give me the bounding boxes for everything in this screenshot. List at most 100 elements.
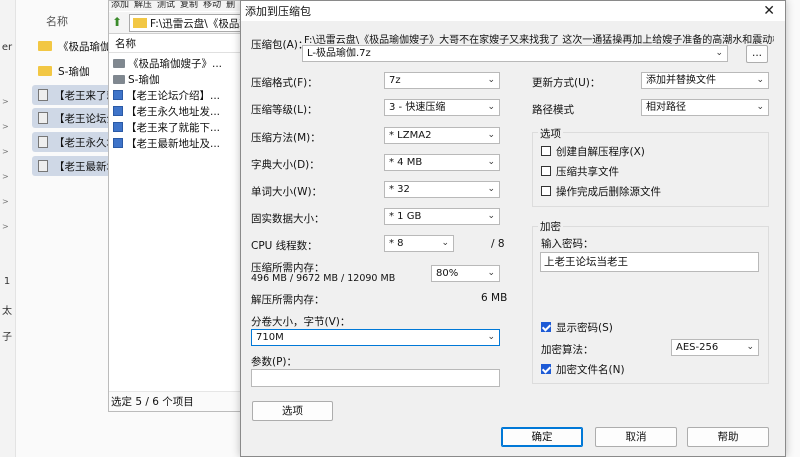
list-item[interactable]: S-瑜伽 [113,71,245,87]
word-size-select[interactable]: * 32 ⌄ [384,181,500,198]
solid-block-select[interactable]: * 1 GB ⌄ [384,208,500,225]
format-label: 压缩格式(F)： [251,77,318,89]
browse-button[interactable]: ... [746,45,768,63]
chevron-down-icon: ⌄ [756,75,764,85]
column-header-name[interactable]: 名称 [109,35,248,53]
dictionary-value: * 4 MB [389,157,423,168]
list-item[interactable]: S-瑜伽 [32,61,116,81]
level-select[interactable]: 3 - 快速压缩 ⌄ [384,99,500,116]
chevron-right-icon[interactable]: > [2,122,9,131]
dialog-titlebar: 添加到压缩包 [241,1,785,21]
folder-icon [38,66,52,76]
up-folder-icon[interactable]: ⬆ [112,15,126,29]
memory-percent-select[interactable]: 80% ⌄ [431,265,500,282]
volume-size-combo[interactable]: 710M ⌄ [251,329,500,346]
encryption-method-select[interactable]: AES-256 ⌄ [671,339,759,356]
show-password-checkbox[interactable] [541,322,551,332]
ok-button[interactable]: 确定 [501,427,583,447]
navigation-pane: er > > > > > > 1 太 子 [0,0,16,457]
path-input[interactable]: F:\迅雷云盘\《极品瑜 [129,14,247,32]
list-item[interactable]: 【老王永久地 [32,132,116,152]
archive-path: F:\迅雷云盘\《极品瑜伽嫂子》大哥不在家嫂子又来找我了 这次一通猛操再加上给嫂… [304,35,774,46]
item-label: 【老王来了就 [54,89,116,102]
method-value: * LZMA2 [389,130,432,141]
decompress-memory-value: 6 MB [481,292,508,304]
delete-button[interactable]: 删 [226,1,235,11]
close-icon[interactable]: ✕ [763,4,775,18]
list-item[interactable]: 【老王永久地址发... [113,103,245,119]
item-label: S-瑜伽 [128,73,160,86]
list-item[interactable]: 【老王来了就能下... [113,119,245,135]
list-item[interactable]: 《极品瑜伽嫂子》 [32,36,116,56]
dictionary-select[interactable]: * 4 MB ⌄ [384,154,500,171]
encryption-method-label: 加密算法： [541,344,594,356]
options-button[interactable]: 选项 [252,401,333,421]
path-mode-value: 相对路径 [646,102,686,113]
chevron-right-icon[interactable]: > [2,197,9,206]
method-select[interactable]: * LZMA2 ⌄ [384,127,500,144]
item-label: 【老王论坛介绍】... [126,89,221,102]
path-mode-select[interactable]: 相对路径 ⌄ [641,99,769,116]
dictionary-label: 字典大小(D)： [251,159,320,171]
list-item[interactable]: 【老王论坛介 [32,108,116,128]
delete-after-checkbox[interactable] [541,186,551,196]
update-mode-label: 更新方式(U)： [532,77,601,89]
list-item[interactable]: 《极品瑜伽嫂子》... [113,55,245,71]
parameters-input[interactable] [251,369,500,387]
archive-name-combo[interactable]: L-极品瑜伽.7z ⌄ [302,45,728,62]
format-value: 7z [389,75,401,86]
item-label: 《极品瑜伽嫂子》... [128,57,223,70]
compress-memory-detail: 496 MB / 9672 MB / 12090 MB [251,273,396,284]
chevron-right-icon[interactable]: > [2,97,9,106]
chevron-down-icon: ⌄ [487,211,495,221]
password-input[interactable]: 上老王论坛当老王 [540,252,759,272]
move-button[interactable]: 移动 [203,1,221,11]
encrypt-filenames-label: 加密文件名(N) [556,364,625,376]
cancel-button[interactable]: 取消 [595,427,677,447]
decompress-memory-label: 解压所需内存： [251,294,325,306]
file-icon [38,160,48,172]
cpu-threads-select[interactable]: * 8 ⌄ [384,235,454,252]
delete-after-label: 操作完成后删除源文件 [556,186,661,198]
chevron-right-icon[interactable]: > [2,172,9,181]
extract-button[interactable]: 解压 [134,1,152,11]
level-value: 3 - 快速压缩 [389,102,446,113]
volume-size-label: 分卷大小，字节(V)： [251,316,351,328]
dialog-title: 添加到压缩包 [245,5,311,18]
chevron-down-icon: ⌄ [487,184,495,194]
7zip-file-manager-window: 添加 解压 测试 复制 移动 删 ⬆ F:\迅雷云盘\《极品瑜 名称 《极品瑜伽… [108,0,248,412]
chevron-right-icon[interactable]: > [2,222,9,231]
list-item[interactable]: 【老王最新地址及... [113,135,245,151]
list-item[interactable]: 【老王论坛介绍】... [113,87,245,103]
path-mode-label: 路径模式 [532,104,574,116]
chevron-down-icon: ⌄ [487,157,495,167]
sfx-checkbox[interactable] [541,146,551,156]
chevron-right-icon[interactable]: > [2,147,9,156]
level-label: 压缩等级(L)： [251,104,318,116]
document-icon [113,90,123,100]
chevron-down-icon: ⌄ [746,342,754,352]
item-label: 【老王最新地址及... [126,137,221,150]
test-button[interactable]: 测试 [157,1,175,11]
update-mode-select[interactable]: 添加并替换文件 ⌄ [641,72,769,89]
chevron-down-icon: ⌄ [715,48,723,58]
document-icon [113,138,123,148]
copy-button[interactable]: 复制 [180,1,198,11]
file-icon [38,89,48,101]
folder-icon [133,18,147,28]
help-button[interactable]: 帮助 [687,427,769,447]
encrypt-filenames-checkbox[interactable] [541,364,551,374]
nav-pane-text: 1 [3,276,11,287]
shared-files-checkbox[interactable] [541,166,551,176]
chevron-down-icon: ⌄ [756,102,764,112]
column-header-name[interactable]: 名称 [46,13,68,29]
solid-block-label: 固实数据大小： [251,213,325,225]
chevron-down-icon: ⌄ [487,130,495,140]
chevron-down-icon: ⌄ [487,332,495,342]
document-icon [113,122,123,132]
list-item[interactable]: 【老王来了就 [32,85,116,105]
list-item[interactable]: 【老王最新地 [32,156,116,176]
options-group-title: 选项 [538,126,563,141]
format-select[interactable]: 7z ⌄ [384,72,500,89]
add-button[interactable]: 添加 [111,1,129,11]
